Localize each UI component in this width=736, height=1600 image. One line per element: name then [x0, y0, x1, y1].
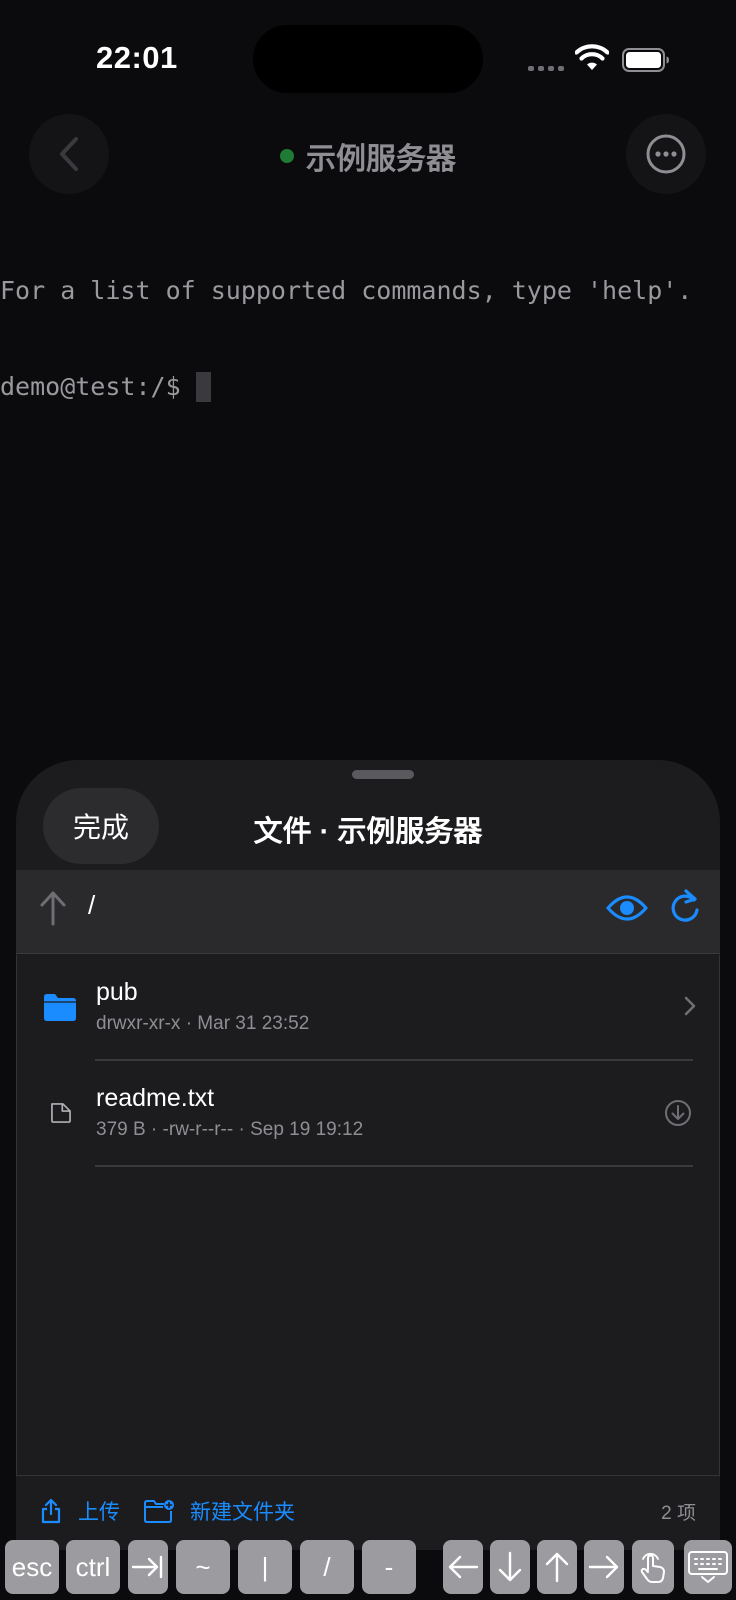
- eye-icon[interactable]: [606, 892, 648, 924]
- arrow-up-icon[interactable]: [36, 888, 70, 928]
- status-time: 22:01: [96, 40, 178, 75]
- upload-button[interactable]: 上传: [40, 1496, 120, 1526]
- more-button[interactable]: [626, 114, 706, 194]
- file-icon: [51, 1103, 71, 1123]
- keyboard-icon: [688, 1551, 728, 1583]
- keyboard-key[interactable]: [684, 1540, 732, 1594]
- terminal-cursor: [195, 372, 211, 402]
- current-path: /: [88, 890, 96, 920]
- arrow-up-key[interactable]: [537, 1540, 577, 1594]
- tab-key[interactable]: [128, 1540, 168, 1594]
- terminal-prompt-line: demo@test:/$: [0, 371, 692, 403]
- arrow-left-icon: [448, 1555, 479, 1579]
- arrow-down-icon: [498, 1551, 522, 1582]
- pipe-key[interactable]: |: [238, 1540, 292, 1594]
- file-meta: drwxr-xr-x · Mar 31 23:52: [96, 1013, 310, 1034]
- share-upload-icon: [41, 1498, 61, 1524]
- sheet-title: 文件 · 示例服务器: [253, 816, 483, 848]
- terminal-prompt: demo@test:/$: [0, 372, 181, 401]
- wifi-icon: [575, 44, 609, 70]
- folder-add-icon: [144, 1500, 174, 1523]
- list-item[interactable]: readme.txt 379 B · -rw-r--r-- · Sep 19 1…: [17, 1061, 721, 1167]
- folder-icon: [44, 994, 76, 1021]
- ctrl-key[interactable]: ctrl: [66, 1540, 120, 1594]
- new-folder-button[interactable]: 新建文件夹: [144, 1496, 295, 1526]
- esc-key[interactable]: esc: [5, 1540, 59, 1594]
- terminal-line: For a list of supported commands, type '…: [0, 276, 693, 305]
- server-name: 示例服务器: [306, 143, 456, 176]
- file-name: pub: [96, 978, 138, 1006]
- list-item[interactable]: pub drwxr-xr-x · Mar 31 23:52: [17, 955, 721, 1061]
- more-icon: [646, 134, 686, 174]
- signal-icon: [528, 66, 564, 71]
- files-sheet: 完成 文件 · 示例服务器 / pub drwxr-xr-x · Mar 31 …: [16, 760, 720, 1550]
- upload-label: 上传: [78, 1501, 120, 1524]
- touch-key[interactable]: [632, 1540, 674, 1594]
- file-meta: 379 B · -rw-r--r-- · Sep 19 19:12: [96, 1119, 364, 1140]
- divider: [95, 1165, 693, 1167]
- file-name: readme.txt: [96, 1084, 215, 1112]
- file-list: pub drwxr-xr-x · Mar 31 23:52 readme.txt…: [16, 955, 720, 1475]
- refresh-icon[interactable]: [668, 888, 702, 926]
- arrow-right-icon: [588, 1555, 619, 1579]
- tilde-key[interactable]: ~: [176, 1540, 230, 1594]
- slash-key[interactable]: /: [300, 1540, 354, 1594]
- chevron-right-icon: [684, 996, 696, 1016]
- keyboard-accessory-bar: esc ctrl ~ | / -: [0, 1540, 736, 1600]
- terminal-output[interactable]: For a list of supported commands, type '…: [0, 211, 692, 435]
- item-count: 2 项: [661, 1503, 696, 1524]
- arrow-left-key[interactable]: [443, 1540, 483, 1594]
- arrow-up-icon: [545, 1552, 569, 1583]
- dash-key[interactable]: -: [362, 1540, 416, 1594]
- sheet-toolbar: 上传 新建文件夹 2 项: [16, 1475, 720, 1550]
- sheet-grabber[interactable]: [352, 770, 414, 779]
- new-folder-label: 新建文件夹: [190, 1501, 295, 1524]
- dynamic-island: [253, 25, 483, 93]
- connection-status-dot: [280, 149, 294, 163]
- path-bar: /: [16, 870, 720, 954]
- arrow-right-key[interactable]: [584, 1540, 624, 1594]
- arrow-down-key[interactable]: [490, 1540, 530, 1594]
- download-icon[interactable]: [664, 1099, 692, 1127]
- battery-icon: [622, 48, 669, 72]
- tab-icon: [131, 1555, 163, 1579]
- touch-icon: [640, 1552, 665, 1583]
